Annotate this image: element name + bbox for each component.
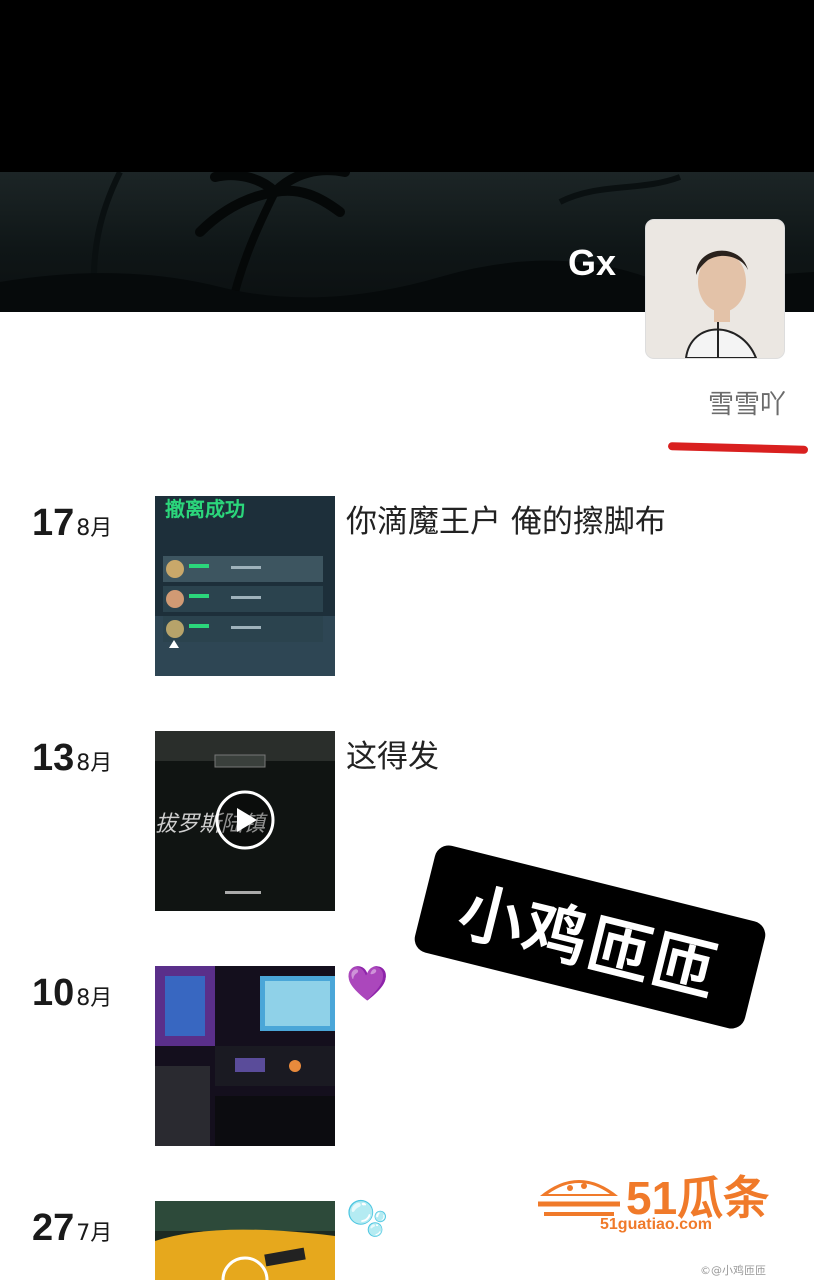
profile-username: Gx (568, 242, 617, 283)
bubbles-icon: 🫧 (346, 1199, 389, 1239)
svg-text:撤离成功: 撤离成功 (165, 497, 245, 521)
post-thumbnail-game-result[interactable]: 撤离成功 (155, 496, 335, 676)
footer-credit: ©@小鸡匝匝 (700, 1264, 766, 1277)
post-day: 10 (32, 972, 75, 1014)
post-month: 8月 (76, 516, 113, 541)
post-date: 138月 (32, 737, 112, 780)
post-day: 17 (32, 502, 75, 544)
red-underline-annotation (667, 442, 809, 454)
post-month: 8月 (76, 986, 113, 1011)
post-day: 27 (32, 1207, 75, 1249)
post-day: 13 (32, 737, 75, 779)
purple-heart-icon: 💜 (346, 964, 389, 1004)
watermark-url: 51guatiao.com (600, 1216, 713, 1233)
avatar[interactable] (646, 220, 784, 358)
watermark: 51瓜条 51guatiao.com (534, 1162, 794, 1238)
post-caption: 这得发 (346, 739, 439, 775)
post-caption: 你滴魔王户 俺的擦脚布 (346, 504, 666, 540)
sticker-label: 小鸡匝匝 (411, 842, 769, 1032)
top-black-bar (0, 0, 814, 172)
post-date: 108月 (32, 972, 112, 1015)
post-month: 7月 (76, 1221, 113, 1246)
profile-signature: 雪雪吖 (708, 390, 787, 420)
post-thumbnail-gaming-desk[interactable] (155, 966, 335, 1146)
post-date: 178月 (32, 502, 112, 545)
post-thumbnail-car[interactable] (155, 1201, 335, 1280)
post-thumbnail-video[interactable]: 拔罗斯陆镇 (155, 731, 335, 911)
post-month: 8月 (76, 751, 113, 776)
post-date: 277月 (32, 1207, 112, 1250)
